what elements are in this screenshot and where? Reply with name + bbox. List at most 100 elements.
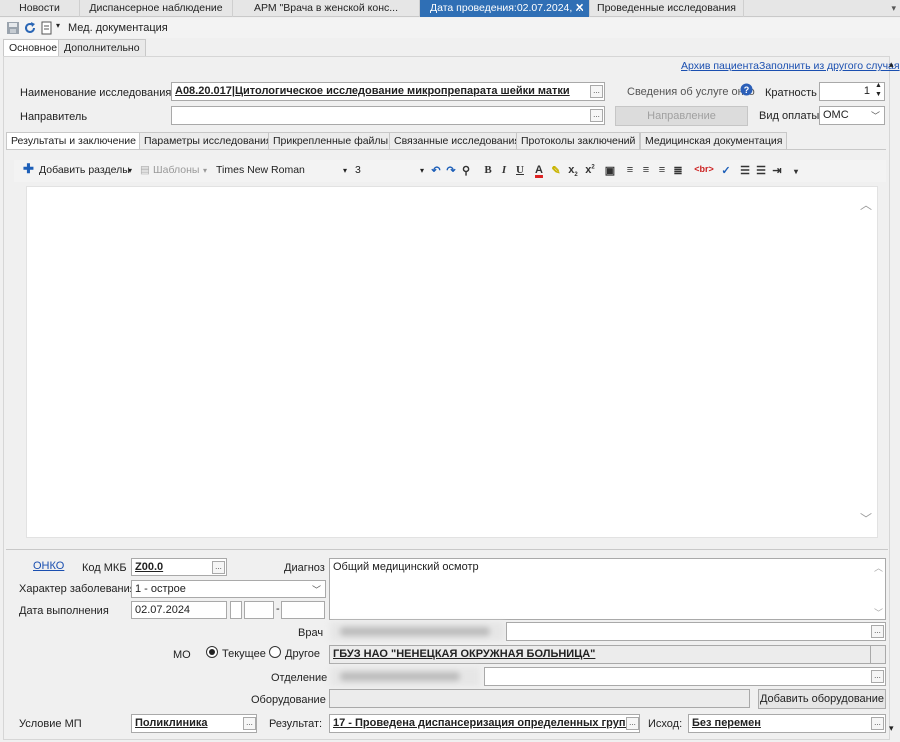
scroll-down-icon[interactable]: ▾ bbox=[889, 723, 894, 734]
tab-dispensary[interactable]: Диспансерное наблюдение bbox=[80, 0, 233, 17]
more-options-icon[interactable]: ▾ bbox=[790, 167, 802, 176]
study-name-label: Наименование исследования bbox=[20, 87, 172, 99]
align-justify-icon[interactable]: ≣ bbox=[672, 164, 684, 177]
select-condition-button[interactable]: ... bbox=[243, 717, 256, 730]
mo-current-label[interactable]: Текущее bbox=[222, 648, 266, 660]
refresh-icon[interactable] bbox=[23, 21, 37, 35]
referrer-label: Направитель bbox=[20, 111, 88, 123]
font-size-select[interactable]: 3 bbox=[355, 164, 361, 176]
divider bbox=[6, 549, 888, 550]
stepper-arrows-icon[interactable]: ▲ ▼ bbox=[875, 81, 882, 99]
payment-type-select[interactable]: ОМС ﹀ bbox=[819, 106, 885, 125]
chevron-down-icon[interactable]: ▾ bbox=[891, 0, 896, 17]
result-field[interactable]: 17 - Проведена диспансеризация определен… bbox=[329, 714, 640, 733]
scroll-down-icon[interactable]: ﹀ bbox=[874, 606, 883, 619]
tab-attached-files[interactable]: Прикрепленные файлы bbox=[268, 132, 394, 149]
bullet-list-icon[interactable]: ☰ bbox=[755, 164, 767, 177]
select-study-button[interactable]: ... bbox=[590, 85, 603, 98]
study-name-field[interactable]: A08.20.017|Цитологическое исследование м… bbox=[171, 82, 605, 101]
help-icon[interactable]: ? bbox=[740, 83, 753, 96]
disease-character-select[interactable]: 1 - острое ﹀ bbox=[131, 580, 326, 598]
scroll-up-icon[interactable]: ︿ bbox=[860, 196, 872, 213]
select-referrer-button[interactable]: ... bbox=[590, 109, 603, 122]
align-right-icon[interactable]: ≡ bbox=[656, 164, 668, 176]
mo-other-label[interactable]: Другое bbox=[285, 648, 320, 660]
chevron-down-icon[interactable]: ▾ bbox=[203, 166, 207, 175]
mo-other-radio[interactable] bbox=[269, 646, 281, 658]
superscript-icon[interactable]: x2 bbox=[584, 164, 596, 176]
mo-current-radio[interactable] bbox=[206, 646, 218, 658]
add-equipment-button[interactable]: Добавить оборудование bbox=[758, 689, 886, 709]
condition-field[interactable]: Поликлиника bbox=[131, 714, 257, 733]
window-tab-strip: Новости Диспансерное наблюдение АРМ "Вра… bbox=[0, 0, 900, 17]
date-picker-button[interactable] bbox=[230, 601, 242, 619]
tab-related-studies[interactable]: Связанные исследования bbox=[389, 132, 525, 149]
tab-additional[interactable]: Дополнительно bbox=[58, 39, 146, 56]
scroll-down-icon[interactable]: ﹀ bbox=[860, 510, 872, 527]
select-mkb-button[interactable]: ... bbox=[212, 561, 225, 574]
chevron-down-icon[interactable]: ▾ bbox=[128, 166, 132, 175]
align-left-icon[interactable]: ≡ bbox=[624, 164, 636, 176]
chevron-down-icon[interactable]: ▾ bbox=[420, 166, 424, 175]
doctor-field[interactable] bbox=[506, 622, 886, 641]
font-family-select[interactable]: Times New Roman bbox=[216, 164, 305, 176]
add-icon[interactable]: ✚ bbox=[23, 161, 34, 177]
fill-from-other-case-link[interactable]: Заполнить из другого случая bbox=[759, 60, 900, 72]
add-sections-button[interactable]: Добавить разделы bbox=[39, 164, 130, 176]
numbered-list-icon[interactable]: ☰ bbox=[739, 164, 751, 177]
onko-link[interactable]: ОНКО bbox=[33, 560, 64, 572]
med-docs-label[interactable]: Мед. документация bbox=[68, 22, 168, 34]
find-icon[interactable]: ⚲ bbox=[460, 164, 472, 177]
save-icon[interactable] bbox=[6, 21, 20, 35]
select-result-button[interactable]: ... bbox=[626, 717, 639, 730]
payment-type-value: ОМС bbox=[823, 109, 849, 121]
subscript-icon[interactable]: x2 bbox=[567, 164, 579, 178]
disease-character-value: 1 - острое bbox=[135, 583, 186, 595]
select-outcome-button[interactable]: ... bbox=[871, 717, 884, 730]
outcome-field[interactable]: Без перемен bbox=[688, 714, 886, 733]
disease-character-label: Характер заболевания bbox=[19, 583, 136, 595]
redo-icon[interactable]: ↷ bbox=[445, 164, 457, 177]
svg-text:?: ? bbox=[744, 85, 750, 95]
tab-arm-doctor[interactable]: АРМ "Врача в женской конс... bbox=[233, 0, 420, 17]
indent-icon[interactable]: ⇥ bbox=[771, 164, 783, 177]
tab-news[interactable]: Новости bbox=[0, 0, 80, 17]
italic-icon[interactable]: I bbox=[498, 164, 510, 176]
templates-button[interactable]: Шаблоны bbox=[153, 164, 199, 176]
tab-study-params[interactable]: Параметры исследования bbox=[139, 132, 277, 149]
referrer-field[interactable] bbox=[171, 106, 605, 125]
select-doctor-button[interactable]: ... bbox=[871, 625, 884, 638]
referral-button[interactable]: Направление bbox=[615, 106, 748, 126]
chevron-down-icon[interactable]: ▾ bbox=[56, 21, 60, 30]
diagnosis-textarea[interactable]: Общий медицинский осмотр bbox=[329, 558, 886, 620]
align-center-icon[interactable]: ≡ bbox=[640, 164, 652, 176]
select-department-button[interactable]: ... bbox=[871, 670, 884, 683]
time-from-field[interactable] bbox=[244, 601, 274, 619]
tab-procedure-date[interactable]: Дата проведения:02.07.2024, ... ✕ bbox=[420, 0, 590, 17]
highlight-icon[interactable]: ✎ bbox=[550, 164, 562, 177]
undo-icon[interactable]: ↶ bbox=[430, 164, 442, 177]
tab-results[interactable]: Результаты и заключение bbox=[6, 132, 141, 149]
execution-date-field[interactable]: 02.07.2024 bbox=[131, 601, 227, 619]
bold-icon[interactable]: B bbox=[482, 164, 494, 176]
tab-performed-studies[interactable]: Проведенные исследования bbox=[590, 0, 744, 17]
editor-area[interactable] bbox=[26, 186, 878, 538]
onco-info-label: Сведения об услуге онко bbox=[627, 86, 755, 98]
spellcheck-icon[interactable]: ✓ bbox=[720, 164, 732, 177]
tab-conclusion-protocols[interactable]: Протоколы заключений bbox=[516, 132, 641, 149]
department-field[interactable] bbox=[484, 667, 886, 686]
close-icon[interactable]: ✕ bbox=[575, 0, 584, 17]
underline-icon[interactable]: U bbox=[514, 164, 526, 176]
scroll-up-icon[interactable]: ▴ bbox=[889, 59, 894, 70]
chevron-down-icon[interactable]: ▾ bbox=[343, 166, 347, 175]
image-icon[interactable]: ▣ bbox=[604, 164, 616, 177]
tab-medical-docs[interactable]: Медицинская документация bbox=[640, 132, 788, 149]
document-menu-icon[interactable] bbox=[40, 21, 54, 35]
tab-main[interactable]: Основное bbox=[3, 39, 64, 56]
time-to-field[interactable] bbox=[281, 601, 325, 619]
font-color-icon[interactable]: A bbox=[533, 164, 545, 176]
execution-date-label: Дата выполнения bbox=[19, 605, 109, 617]
patient-archive-link[interactable]: Архив пациента bbox=[681, 60, 759, 72]
line-break-icon[interactable]: <br> bbox=[693, 164, 715, 174]
scroll-up-icon[interactable]: ︿ bbox=[874, 561, 883, 574]
